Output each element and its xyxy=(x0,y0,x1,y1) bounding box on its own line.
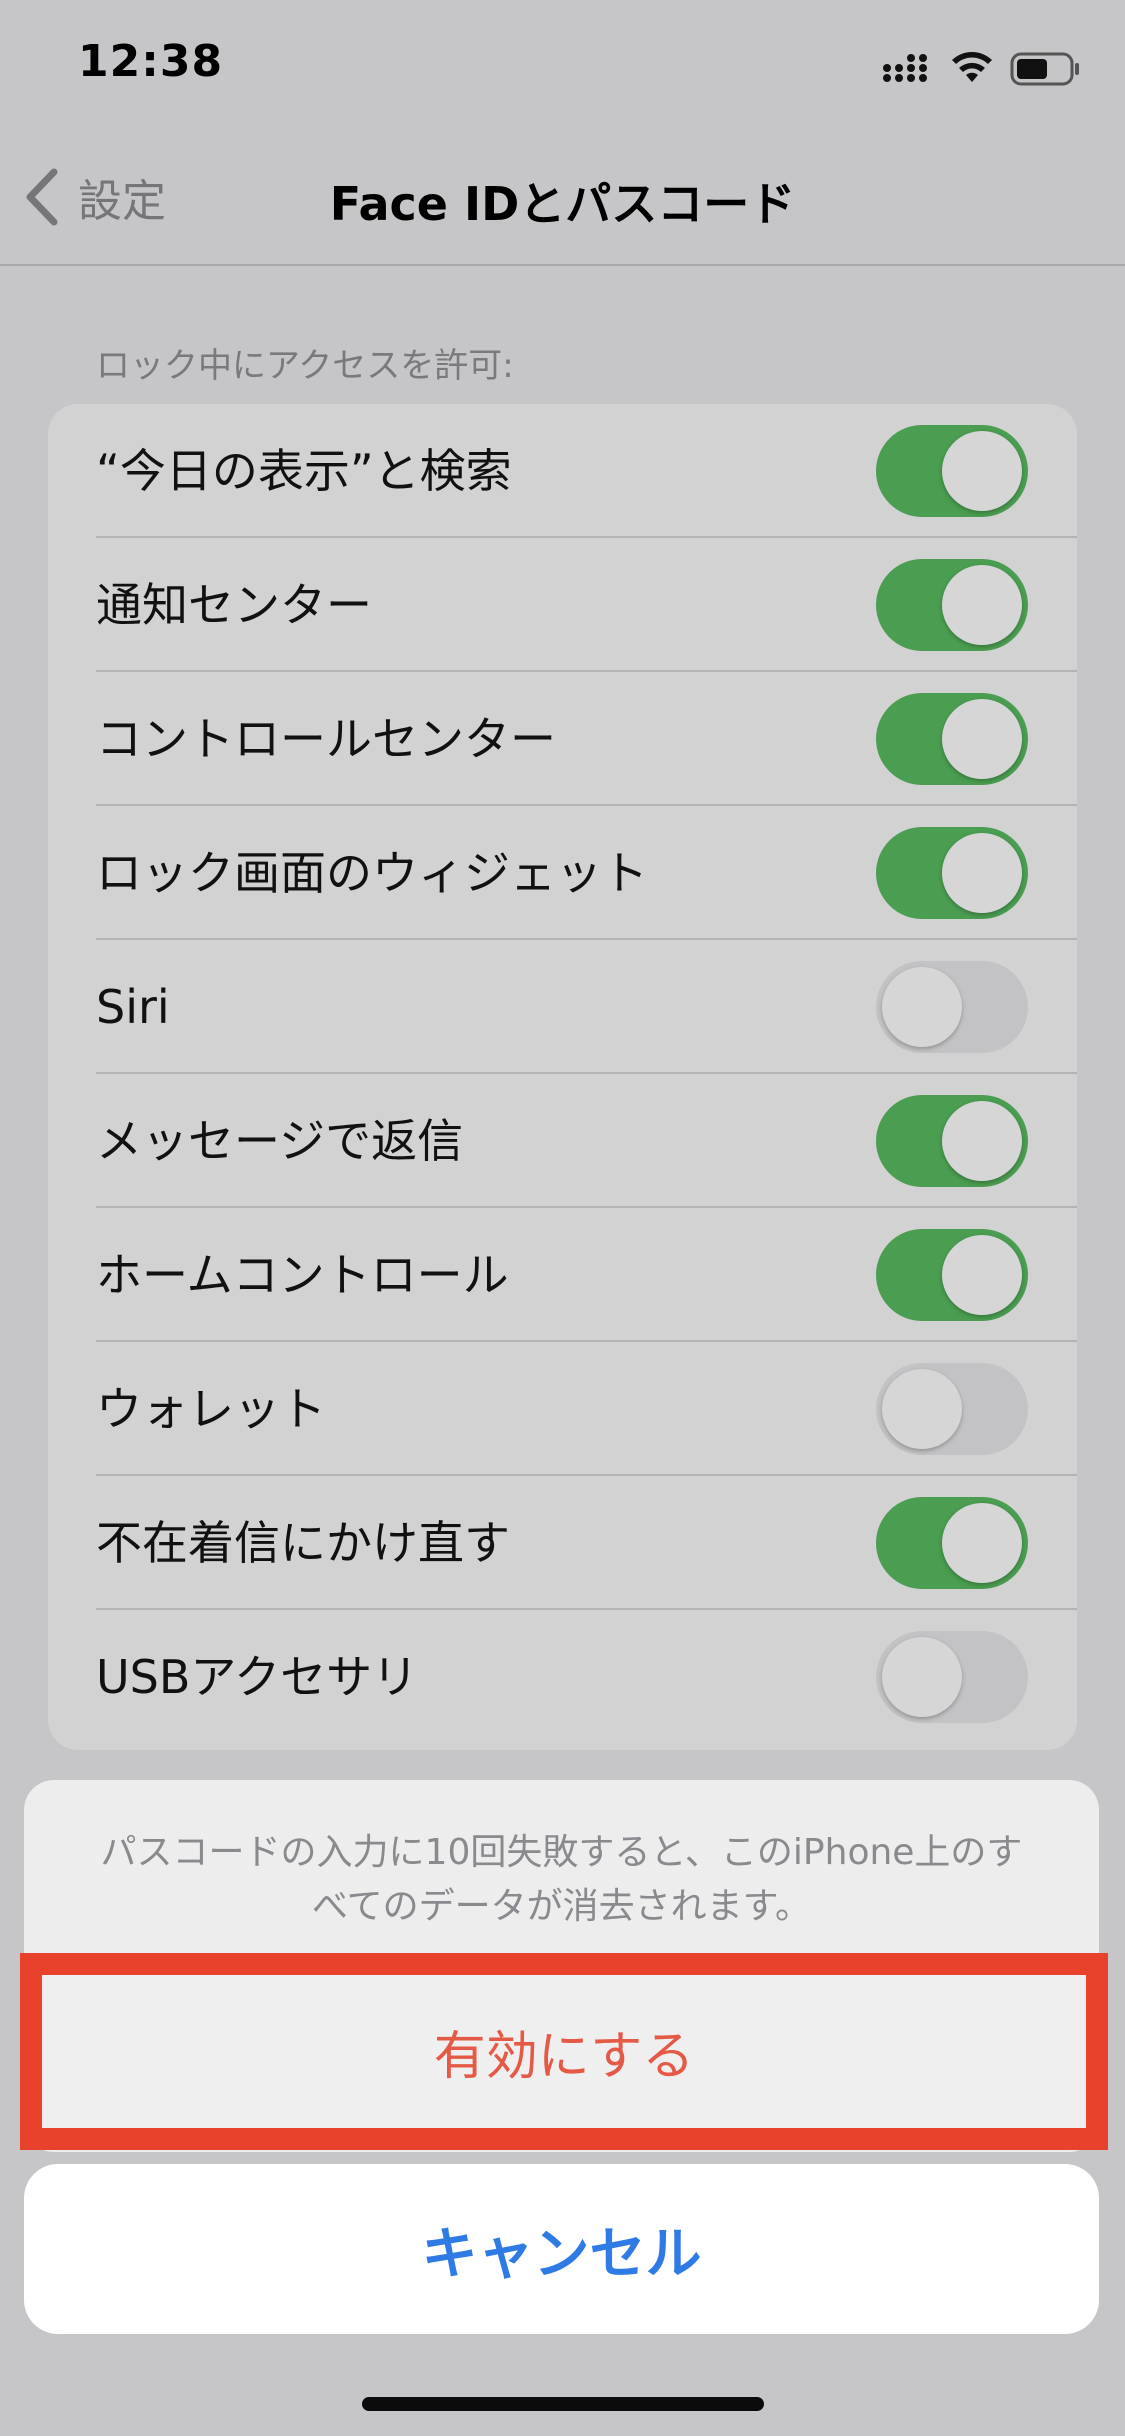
list-item-label: 通知センター xyxy=(96,578,372,632)
toggle-knob xyxy=(882,1369,962,1449)
list-item-usb-accessories: USBアクセサリ xyxy=(48,1610,1077,1744)
list-item-label: ウォレット xyxy=(96,1382,326,1436)
toggle-knob xyxy=(942,1503,1022,1583)
list-item-label: USBアクセサリ xyxy=(96,1650,419,1704)
toggle-knob xyxy=(942,431,1022,511)
toggle-switch[interactable] xyxy=(876,693,1028,785)
cancel-button[interactable]: キャンセル xyxy=(24,2164,1099,2334)
list-item-label: 不在着信にかけ直す xyxy=(96,1516,510,1570)
lock-access-list: “今日の表示”と検索 通知センター コントロールセンター ロック画面のウィジェッ… xyxy=(48,404,1077,1750)
status-time: 12:38 xyxy=(78,36,224,87)
toggle-knob xyxy=(942,1101,1022,1181)
section-header: ロック中にアクセスを許可: xyxy=(96,346,514,386)
toggle-knob xyxy=(942,1235,1022,1315)
toggle-switch[interactable] xyxy=(876,425,1028,517)
toggle-switch[interactable] xyxy=(876,559,1028,651)
list-item-reply-with-message: メッセージで返信 xyxy=(48,1074,1077,1208)
cellular-signal-icon xyxy=(882,50,934,88)
list-item-return-missed-calls: 不在着信にかけ直す xyxy=(48,1476,1077,1610)
toggle-switch[interactable] xyxy=(876,827,1028,919)
list-item-today-view-search: “今日の表示”と検索 xyxy=(48,404,1077,538)
toggle-switch[interactable] xyxy=(876,1229,1028,1321)
enable-button[interactable]: 有効にする xyxy=(42,1975,1086,2128)
list-item-label: メッセージで返信 xyxy=(96,1114,464,1168)
toggle-knob xyxy=(942,699,1022,779)
list-item-siri: Siri xyxy=(48,940,1077,1074)
list-item-wallet: ウォレット xyxy=(48,1342,1077,1476)
list-item-label: Siri xyxy=(96,980,170,1034)
toggle-switch[interactable] xyxy=(876,1497,1028,1589)
list-item-label: “今日の表示”と検索 xyxy=(96,444,512,498)
list-item-label: ロック画面のウィジェット xyxy=(96,846,648,900)
battery-icon xyxy=(1010,52,1082,90)
list-item-label: コントロールセンター xyxy=(96,712,556,766)
toggle-switch[interactable] xyxy=(876,961,1028,1053)
toggle-switch[interactable] xyxy=(876,1631,1028,1723)
list-item-home-control: ホームコントロール xyxy=(48,1208,1077,1342)
home-indicator xyxy=(362,2397,764,2411)
list-item-notification-center: 通知センター xyxy=(48,538,1077,672)
toggle-switch[interactable] xyxy=(876,1363,1028,1455)
toggle-switch[interactable] xyxy=(876,1095,1028,1187)
toggle-knob xyxy=(942,565,1022,645)
toggle-knob xyxy=(882,1637,962,1717)
toggle-knob xyxy=(882,967,962,1047)
list-item-label: ホームコントロール xyxy=(96,1248,509,1302)
list-item-control-center: コントロールセンター xyxy=(48,672,1077,806)
wifi-icon xyxy=(950,48,994,88)
page-title: Face IDとパスコード xyxy=(329,177,796,231)
list-item-lock-screen-widgets: ロック画面のウィジェット xyxy=(48,806,1077,940)
action-sheet-message: パスコードの入力に10回失敗すると、このiPhone上のすべてのデータが消去され… xyxy=(100,1832,1023,1927)
toggle-knob xyxy=(942,833,1022,913)
